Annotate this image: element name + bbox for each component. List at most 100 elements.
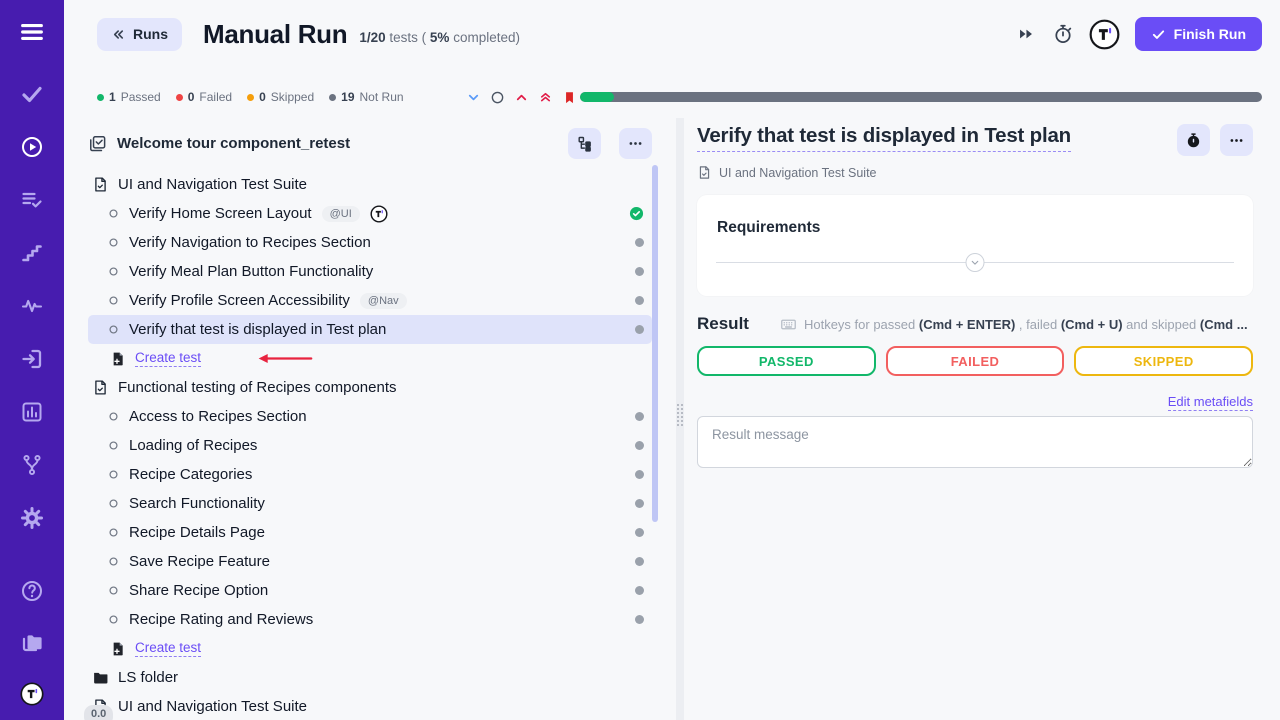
filter-circle-icon[interactable] — [490, 90, 505, 105]
file-plus-icon — [110, 351, 126, 367]
sidebar-pulse-button[interactable] — [18, 292, 46, 320]
finish-run-button[interactable]: Finish Run — [1135, 17, 1262, 51]
sidebar-checks-button[interactable] — [18, 80, 46, 108]
radio-icon — [108, 440, 119, 451]
test-row[interactable]: Save Recipe Feature — [88, 547, 652, 576]
back-to-runs-button[interactable]: Runs — [97, 18, 182, 51]
not-run-dot-icon — [635, 238, 644, 247]
suite-row[interactable]: UI and Navigation Test Suite — [88, 170, 652, 199]
result-passed-button[interactable]: PASSED — [697, 346, 876, 376]
metafields-row: Edit metafields — [697, 393, 1253, 411]
test-row[interactable]: Recipe Details Page — [88, 518, 652, 547]
filter-bookmark-icon[interactable] — [562, 90, 577, 105]
breadcrumb[interactable]: UI and Navigation Test Suite — [697, 165, 1253, 180]
filter-chevron-up-icon[interactable] — [514, 90, 529, 105]
run-tree-title: Welcome tour component_retest — [117, 135, 350, 152]
test-row[interactable]: Recipe Categories — [88, 460, 652, 489]
not-run-dot-icon — [635, 325, 644, 334]
tag-badge: @UI — [322, 206, 360, 222]
create-test-link[interactable]: Create test — [135, 640, 201, 657]
sidebar-runs-button[interactable] — [18, 133, 46, 161]
test-title: Share Recipe Option — [129, 582, 268, 599]
runs-button-label: Runs — [133, 26, 168, 42]
test-title[interactable]: Verify that test is displayed in Test pl… — [697, 124, 1071, 152]
tree-view-button[interactable] — [568, 128, 601, 159]
status-filters — [466, 90, 577, 105]
requirements-title: Requirements — [717, 219, 1233, 237]
test-row[interactable]: Verify Profile Screen Accessibility@Nav — [88, 286, 652, 315]
sidebar-projects-button[interactable] — [18, 628, 46, 656]
filter-chevrons-up-icon[interactable] — [538, 90, 553, 105]
stat-skipped: 0 Skipped — [247, 90, 314, 104]
completed-label: completed) — [453, 30, 520, 45]
not-run-dot-icon — [635, 557, 644, 566]
mini-logo-icon — [370, 205, 388, 223]
test-title: Verify Home Screen Layout — [129, 205, 312, 222]
sidebar-help-button[interactable] — [18, 577, 46, 605]
test-row[interactable]: Search Functionality — [88, 489, 652, 518]
stopwatch-icon[interactable] — [1177, 124, 1210, 156]
test-row[interactable]: Share Recipe Option — [88, 576, 652, 605]
test-title: Loading of Recipes — [129, 437, 257, 454]
radio-icon — [108, 614, 119, 625]
result-title: Result — [697, 314, 749, 334]
menu-icon[interactable] — [18, 18, 46, 46]
test-title: Search Functionality — [129, 495, 265, 512]
sidebar-logo-button[interactable] — [18, 679, 47, 708]
run-progress-bar — [580, 92, 1262, 102]
create-test-row[interactable]: Create test — [88, 634, 652, 663]
edit-metafields-link[interactable]: Edit metafields — [1168, 394, 1253, 411]
sidebar-reports-button[interactable] — [18, 398, 46, 426]
sidebar-branches-button[interactable] — [18, 451, 46, 479]
radio-icon — [108, 208, 119, 219]
detail-more-button[interactable] — [1220, 124, 1253, 156]
sidebar-steps-button[interactable] — [18, 239, 46, 267]
test-title: Verify that test is displayed in Test pl… — [129, 321, 386, 338]
test-title: Recipe Details Page — [129, 524, 265, 541]
test-row[interactable]: Recipe Rating and Reviews — [88, 605, 652, 634]
filter-chevron-down-icon[interactable] — [466, 90, 481, 105]
test-row[interactable]: Verify that test is displayed in Test pl… — [88, 315, 652, 344]
fast-forward-icon[interactable] — [1015, 23, 1037, 45]
folder-row[interactable]: LS folder — [88, 663, 652, 692]
panel-resize-handle[interactable] — [676, 118, 684, 720]
radio-icon — [108, 469, 119, 480]
suite-row[interactable]: Functional testing of Recipes components — [88, 373, 652, 402]
test-row[interactable]: Access to Recipes Section — [88, 402, 652, 431]
tree-more-button[interactable] — [619, 128, 652, 159]
test-row[interactable]: Loading of Recipes — [88, 431, 652, 460]
result-message-input[interactable] — [697, 416, 1253, 468]
test-title: Verify Navigation to Recipes Section — [129, 234, 371, 251]
sidebar-settings-button[interactable] — [18, 504, 46, 532]
requirements-expand-toggle[interactable] — [966, 253, 985, 272]
folder-filled-icon — [92, 669, 109, 686]
radio-icon — [108, 266, 119, 277]
suite-row[interactable]: 0.0UI and Navigation Test Suite — [88, 692, 652, 720]
create-test-row[interactable]: Create test — [88, 344, 652, 373]
test-title: Access to Recipes Section — [129, 408, 307, 425]
timer-icon[interactable] — [1052, 23, 1074, 45]
suite-title: UI and Navigation Test Suite — [118, 698, 307, 715]
create-test-link[interactable]: Create test — [135, 350, 201, 367]
status-dot-icon — [97, 94, 104, 101]
chevrons-left-icon — [111, 27, 126, 42]
stat-passed: 1 Passed — [97, 90, 161, 104]
check-circle-icon — [629, 206, 644, 221]
tree-scrollbar[interactable] — [652, 165, 658, 522]
sidebar-imports-button[interactable] — [18, 345, 46, 373]
test-tree-panel: Welcome tour component_retest UI and Nav… — [64, 118, 676, 720]
test-row[interactable]: Verify Meal Plan Button Functionality — [88, 257, 652, 286]
sidebar-test-plans-button[interactable] — [18, 186, 46, 214]
testomat-logo-icon[interactable] — [1089, 19, 1120, 50]
result-skipped-button[interactable]: SKIPPED — [1074, 346, 1253, 376]
file-check-icon — [92, 379, 109, 396]
result-failed-button[interactable]: FAILED — [886, 346, 1065, 376]
test-row[interactable]: Verify Home Screen Layout @UI — [88, 199, 652, 228]
test-title: Verify Meal Plan Button Functionality — [129, 263, 373, 280]
not-run-dot-icon — [635, 267, 644, 276]
file-check-icon — [92, 176, 109, 193]
suite-title: UI and Navigation Test Suite — [118, 176, 307, 193]
result-header: Result Hotkeys for passed (Cmd + ENTER) … — [697, 314, 1253, 334]
test-title: Verify Profile Screen Accessibility — [129, 292, 350, 309]
test-row[interactable]: Verify Navigation to Recipes Section — [88, 228, 652, 257]
